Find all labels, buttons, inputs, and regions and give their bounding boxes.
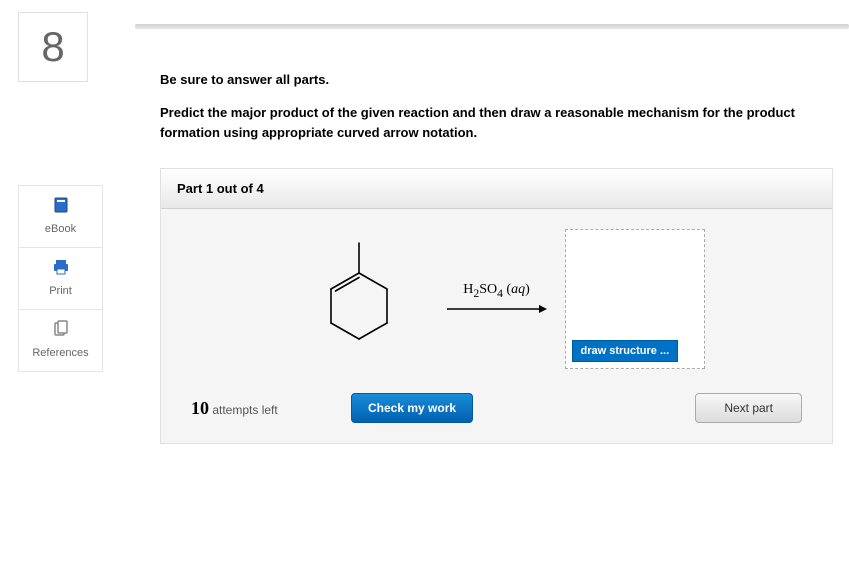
reagent-block: H2SO4 (aq)	[447, 282, 547, 316]
sidebar-item-references[interactable]: References	[18, 309, 103, 372]
part-header: Part 1 out of 4	[161, 169, 832, 209]
sidebar-item-label: References	[32, 347, 88, 359]
answer-dropzone[interactable]: draw structure ...	[565, 229, 705, 369]
instruction-line-2: Predict the major product of the given r…	[160, 103, 833, 142]
draw-structure-button[interactable]: draw structure ...	[572, 340, 679, 362]
book-icon	[19, 196, 102, 217]
instruction-line-1: Be sure to answer all parts.	[160, 72, 833, 87]
sidebar-item-label: eBook	[45, 223, 76, 235]
reagent-text: H2SO4 (aq)	[447, 282, 547, 300]
sidebar: eBook Print References	[18, 185, 103, 371]
top-divider	[135, 24, 849, 29]
attempts-left: 10 attempts left	[191, 398, 331, 419]
footer-row: 10 attempts left Check my work Next part	[161, 393, 832, 423]
next-part-button[interactable]: Next part	[695, 393, 802, 423]
question-number: 8	[18, 12, 88, 82]
content-area: Be sure to answer all parts. Predict the…	[160, 72, 833, 444]
sidebar-item-print[interactable]: Print	[18, 247, 103, 310]
sidebar-item-label: Print	[49, 285, 72, 297]
reactant-structure	[289, 229, 429, 369]
attempts-text: attempts left	[209, 403, 278, 417]
printer-icon	[19, 258, 102, 279]
reaction-area: H2SO4 (aq) draw structure ...	[161, 209, 832, 393]
attempts-number: 10	[191, 398, 209, 418]
check-my-work-button[interactable]: Check my work	[351, 393, 473, 423]
part-panel: Part 1 out of 4 H2SO4 (aq)	[160, 168, 833, 444]
sidebar-item-ebook[interactable]: eBook	[18, 185, 103, 248]
reaction-arrow-icon	[447, 302, 547, 316]
references-icon	[19, 320, 102, 341]
